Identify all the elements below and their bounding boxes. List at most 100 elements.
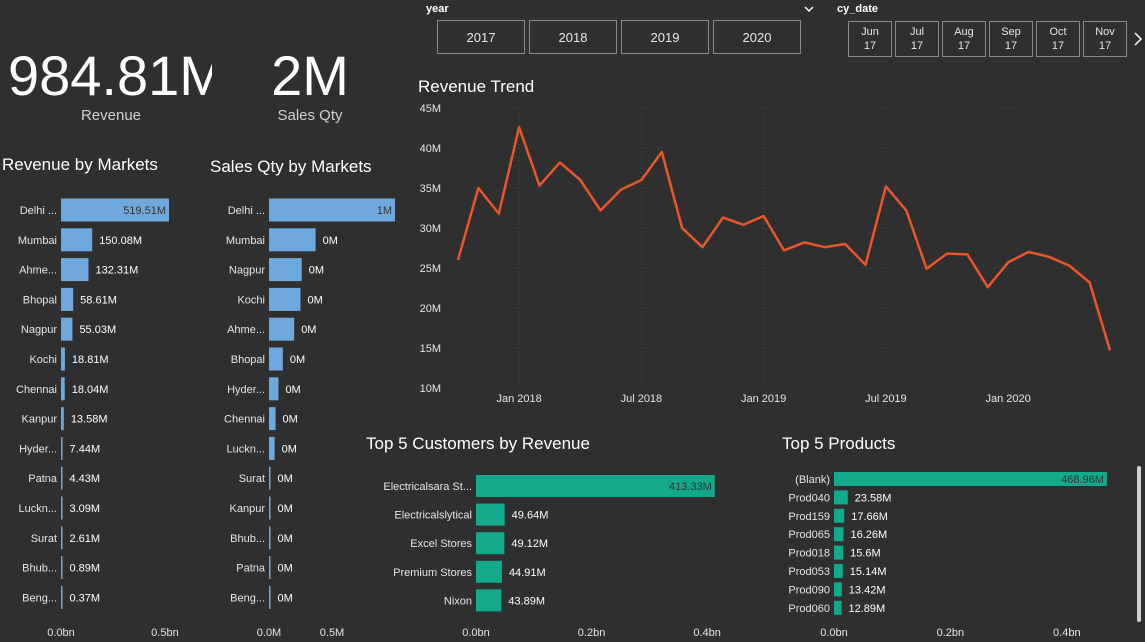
data-label: 15.6M (850, 548, 881, 560)
category-label: Premium Stores (393, 567, 472, 579)
bar (269, 556, 271, 580)
date-option-year: 17 (1004, 40, 1018, 52)
data-label: 12.89M (849, 603, 886, 615)
category-label: Excel Stores (410, 538, 472, 550)
sales-qty-kpi-value: 2M (271, 48, 349, 104)
data-label: 55.03M (79, 324, 116, 336)
axis-tick-label: 0.0M (257, 627, 281, 639)
date-option-month: Jul (909, 26, 925, 38)
date-slicer-label: cy_date (837, 3, 878, 15)
x-axis-tick-label: Jan 2018 (496, 393, 541, 405)
date-option-nov-17[interactable]: Nov 17 (1083, 21, 1127, 57)
category-label: Prod040 (788, 492, 830, 504)
data-label: 0M (278, 592, 293, 604)
data-label: 413.33M (669, 481, 712, 493)
bar (61, 258, 89, 282)
year-option-2018[interactable]: 2018 (529, 20, 617, 54)
axis-tick-label: 0.0bn (462, 627, 490, 639)
data-label: 16.26M (850, 529, 887, 541)
category-label: Ahme... (19, 265, 57, 277)
category-label: Nagpur (229, 265, 265, 277)
bar (61, 585, 63, 609)
category-label: Bhub... (22, 563, 57, 575)
category-label: Electricalsara St... (383, 481, 472, 493)
bar (61, 377, 65, 401)
bar (61, 407, 64, 431)
data-label: 13.58M (71, 414, 108, 426)
data-label: 15.14M (850, 566, 887, 578)
x-axis-tick-label: Jan 2020 (985, 393, 1030, 405)
data-label: 468.96M (1061, 474, 1104, 486)
year-slicer[interactable]: year 2017 2018 2019 2020 (425, 0, 818, 60)
data-label: 150.08M (99, 235, 142, 247)
data-label: 7.44M (70, 443, 101, 455)
bar (269, 526, 271, 550)
category-label: Hyder... (19, 443, 57, 455)
category-label: Delhi ... (20, 205, 57, 217)
top-products-chart: (Blank) 468.96M Prod040 23.58M Prod159 17.66M… (788, 472, 1107, 639)
date-option-jul-17[interactable]: Jul 17 (895, 21, 939, 57)
category-label: Ahme... (227, 324, 265, 336)
data-label: 3.09M (70, 503, 101, 515)
data-label: 2.61M (70, 533, 101, 545)
top-products-title: Top 5 Products (782, 434, 896, 453)
date-option-month: Jun (861, 26, 879, 38)
category-label: Prod065 (788, 529, 830, 541)
revenue-kpi-value: 984.81M (8, 48, 212, 104)
category-label: Kanpur (22, 414, 58, 426)
chevron-right-icon[interactable] (1132, 31, 1144, 47)
date-option-month: Aug (954, 26, 974, 38)
date-option-sep-17[interactable]: Sep 17 (989, 21, 1033, 57)
bar (269, 466, 271, 490)
bar (834, 564, 843, 578)
category-label: Chennai (224, 414, 265, 426)
bar (834, 490, 848, 505)
y-axis-tick-label: 45M (420, 103, 441, 115)
category-label: Chennai (16, 384, 57, 396)
data-label: 0M (309, 265, 324, 277)
bar (834, 545, 844, 560)
year-option-2017[interactable]: 2017 (437, 20, 525, 54)
date-option-aug-17[interactable]: Aug 17 (942, 21, 986, 57)
category-label: Mumbai (18, 235, 57, 247)
date-option-year: 17 (910, 40, 924, 52)
data-label: 0M (285, 384, 300, 396)
bar (269, 407, 276, 431)
data-label: 13.42M (849, 584, 886, 596)
data-label: 0M (278, 503, 293, 515)
data-label: 58.61M (80, 294, 117, 306)
bar (269, 496, 271, 520)
data-label: 0M (301, 324, 316, 336)
chevron-down-icon[interactable] (803, 3, 815, 15)
date-option-oct-17[interactable]: Oct 17 (1036, 21, 1080, 57)
data-label: 23.58M (855, 492, 892, 504)
data-label: 519.51M (123, 205, 166, 217)
top-customers-chart: Electricalsara St... 413.33M Electricalsly… (383, 475, 721, 639)
date-slicer[interactable]: cy_date Jun 17 Jul 17 Aug 17 Sep 17 Oct … (836, 0, 1145, 60)
top-products-scrollbar[interactable] (1137, 466, 1141, 622)
date-option-jun-17[interactable]: Jun 17 (848, 21, 892, 57)
data-label: 0M (290, 354, 305, 366)
year-option-2019[interactable]: 2019 (621, 20, 709, 54)
data-label: 0.37M (70, 592, 101, 604)
date-option-month: Oct (1049, 26, 1067, 38)
year-option-2020[interactable]: 2020 (713, 20, 801, 54)
data-label: 18.81M (72, 354, 109, 366)
axis-tick-label: 0.0bn (820, 627, 848, 639)
revenue-trend-line (456, 125, 1112, 351)
data-label: 132.31M (96, 265, 139, 277)
category-label: Bhopal (231, 354, 265, 366)
y-axis-tick-label: 10M (420, 383, 441, 395)
sales-qty-by-markets-title: Sales Qty by Markets (210, 157, 372, 176)
bar (269, 258, 302, 282)
category-label: Prod053 (788, 566, 830, 578)
bar (476, 532, 505, 555)
data-label: 0M (282, 443, 297, 455)
bar (269, 287, 301, 311)
bar (834, 508, 845, 523)
bar (61, 526, 63, 550)
bar (834, 582, 842, 597)
category-label: Electricalslytical (394, 510, 472, 522)
sales-qty-kpi-label: Sales Qty (277, 107, 343, 124)
category-label: Patna (28, 473, 58, 485)
